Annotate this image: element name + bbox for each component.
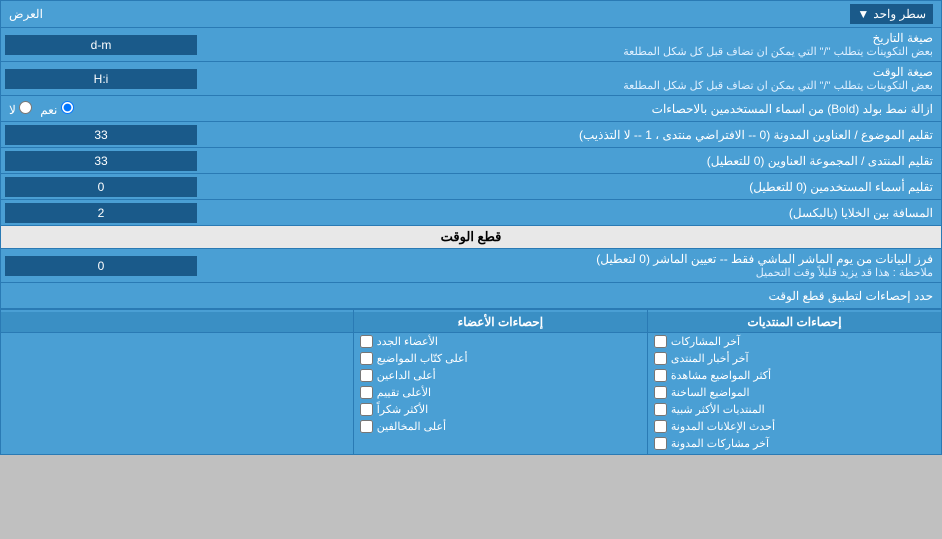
- cb-member-5: الأكثر شكراً: [354, 401, 647, 418]
- cb-forum-1: آخر المشاركات: [648, 333, 941, 350]
- time-format-title: صيغة الوقت: [209, 65, 933, 79]
- time-format-input[interactable]: [5, 69, 197, 89]
- topic-address-input[interactable]: [5, 125, 197, 145]
- main-container: سطر واحد ▼ العرض صيغة التاريخ بعض التكوي…: [0, 0, 942, 455]
- cb-forum-1-label: آخر المشاركات: [671, 335, 740, 348]
- date-format-row: صيغة التاريخ بعض التكوينات يتطلب "/" الت…: [1, 28, 941, 62]
- cb-forum-3: أكثر المواضيع مشاهدة: [648, 367, 941, 384]
- cb-forum-2-label: آخر أخبار المنتدى: [671, 352, 749, 365]
- col2-header: إحصاءات الأعضاء: [354, 312, 647, 333]
- col3-header: [1, 312, 353, 333]
- cell-spacing-input-cell: [1, 201, 201, 225]
- cb-member-3-label: أعلى الداعين: [377, 369, 436, 382]
- checkboxes-grid: إحصاءات المنتديات آخر المشاركات آخر أخبا…: [1, 309, 941, 454]
- cb-forum-3-label: أكثر المواضيع مشاهدة: [671, 369, 771, 382]
- users-address-label: تقليم أسماء المستخدمين (0 للتعطيل): [201, 177, 941, 197]
- checkbox-col-empty: [1, 310, 353, 454]
- users-address-row: تقليم أسماء المستخدمين (0 للتعطيل): [1, 174, 941, 200]
- topic-address-label: تقليم الموضوع / العناوين المدونة (0 -- ا…: [201, 125, 941, 145]
- time-format-note: بعض التكوينات يتطلب "/" التي يمكن ان تضا…: [209, 79, 933, 92]
- cb-forum-7-label: آخر مشاركات المدونة: [671, 437, 769, 450]
- cb-member-1-input[interactable]: [360, 335, 373, 348]
- date-format-title: صيغة التاريخ: [209, 31, 933, 45]
- display-label: العرض: [9, 7, 43, 21]
- forum-address-input-cell: [1, 149, 201, 173]
- checkbox-col-forums: إحصاءات المنتديات آخر المشاركات آخر أخبا…: [647, 310, 941, 454]
- cb-forum-5: المنتديات الأكثر شبية: [648, 401, 941, 418]
- cb-forum-6-input[interactable]: [654, 420, 667, 433]
- cell-spacing-row: المسافة بين الخلايا (بالبكسل): [1, 200, 941, 226]
- stats-label-row: حدد إحصاءات لتطبيق قطع الوقت: [1, 283, 941, 309]
- cutoff-row: فرز البيانات من يوم الماشر الماشي فقط --…: [1, 249, 941, 283]
- dropdown-label: سطر واحد: [873, 7, 926, 21]
- cell-spacing-label: المسافة بين الخلايا (بالبكسل): [201, 203, 941, 223]
- display-dropdown[interactable]: سطر واحد ▼: [850, 4, 933, 24]
- cell-spacing-input[interactable]: [5, 203, 197, 223]
- cb-member-6-label: أعلى المخالفين: [377, 420, 446, 433]
- forum-address-label: تقليم المنتدى / المجموعة العناوين (0 للت…: [201, 151, 941, 171]
- cutoff-note: ملاحظة : هذا قد يزيد قليلاً وقت التحميل: [209, 266, 933, 279]
- cutoff-title: فرز البيانات من يوم الماشر الماشي فقط --…: [209, 252, 933, 266]
- cb-forum-3-input[interactable]: [654, 369, 667, 382]
- cutoff-label: فرز البيانات من يوم الماشر الماشي فقط --…: [201, 249, 941, 282]
- cb-member-5-input[interactable]: [360, 403, 373, 416]
- radio-yes-label: نعم: [40, 101, 73, 117]
- col1-header: إحصاءات المنتديات: [648, 312, 941, 333]
- radio-yes[interactable]: [61, 101, 74, 114]
- cutoff-input[interactable]: [5, 256, 197, 276]
- date-format-input-cell: [1, 33, 201, 57]
- checkbox-col-members: إحصاءات الأعضاء الأعضاء الجدد أعلى كتّاب…: [353, 310, 647, 454]
- bold-remove-title: ازالة نمط بولد (Bold) من اسماء المستخدمي…: [652, 102, 933, 116]
- time-format-label: صيغة الوقت بعض التكوينات يتطلب "/" التي …: [201, 62, 941, 95]
- cb-forum-4-input[interactable]: [654, 386, 667, 399]
- forum-address-row: تقليم المنتدى / المجموعة العناوين (0 للت…: [1, 148, 941, 174]
- cb-forum-4-label: المواضيع الساخنة: [671, 386, 750, 399]
- cb-forum-1-input[interactable]: [654, 335, 667, 348]
- date-format-input[interactable]: [5, 35, 197, 55]
- cutoff-input-cell: [1, 254, 201, 278]
- cb-member-5-label: الأكثر شكراً: [377, 403, 428, 416]
- users-address-input-cell: [1, 175, 201, 199]
- cb-member-3-input[interactable]: [360, 369, 373, 382]
- topic-address-row: تقليم الموضوع / العناوين المدونة (0 -- ا…: [1, 122, 941, 148]
- cb-forum-2: آخر أخبار المنتدى: [648, 350, 941, 367]
- cb-member-6: أعلى المخالفين: [354, 418, 647, 435]
- bold-radio-cell: نعم لا: [1, 99, 82, 119]
- stats-apply-label: حدد إحصاءات لتطبيق قطع الوقت: [201, 286, 941, 306]
- cb-member-3: أعلى الداعين: [354, 367, 647, 384]
- bold-remove-row: ازالة نمط بولد (Bold) من اسماء المستخدمي…: [1, 96, 941, 122]
- cb-forum-5-label: المنتديات الأكثر شبية: [671, 403, 765, 416]
- cb-member-2-input[interactable]: [360, 352, 373, 365]
- cb-forum-4: المواضيع الساخنة: [648, 384, 941, 401]
- time-format-input-cell: [1, 67, 201, 91]
- cb-forum-6: أحدث الإعلانات المدونة: [648, 418, 941, 435]
- cb-forum-6-label: أحدث الإعلانات المدونة: [671, 420, 775, 433]
- time-format-row: صيغة الوقت بعض التكوينات يتطلب "/" التي …: [1, 62, 941, 96]
- bold-remove-label: ازالة نمط بولد (Bold) من اسماء المستخدمي…: [82, 99, 941, 119]
- cb-member-2: أعلى كتّاب المواضيع: [354, 350, 647, 367]
- cb-member-1-label: الأعضاء الجدد: [377, 335, 438, 348]
- forum-address-input[interactable]: [5, 151, 197, 171]
- date-format-label: صيغة التاريخ بعض التكوينات يتطلب "/" الت…: [201, 28, 941, 61]
- topic-address-input-cell: [1, 123, 201, 147]
- users-address-input[interactable]: [5, 177, 197, 197]
- cb-member-4-label: الأعلى تقييم: [377, 386, 431, 399]
- radio-no[interactable]: [19, 101, 32, 114]
- cb-forum-5-input[interactable]: [654, 403, 667, 416]
- cb-forum-2-input[interactable]: [654, 352, 667, 365]
- date-format-note: بعض التكوينات يتطلب "/" التي يمكن ان تضا…: [209, 45, 933, 58]
- cb-member-1: الأعضاء الجدد: [354, 333, 647, 350]
- cb-forum-7-input[interactable]: [654, 437, 667, 450]
- radio-no-label: لا: [9, 101, 32, 117]
- cb-member-6-input[interactable]: [360, 420, 373, 433]
- cutoff-section-header: قطع الوقت: [1, 226, 941, 249]
- cb-member-4: الأعلى تقييم: [354, 384, 647, 401]
- cb-member-4-input[interactable]: [360, 386, 373, 399]
- cb-member-2-label: أعلى كتّاب المواضيع: [377, 352, 468, 365]
- cb-forum-7: آخر مشاركات المدونة: [648, 435, 941, 452]
- top-row: سطر واحد ▼ العرض: [1, 1, 941, 28]
- dropdown-arrow-icon: ▼: [857, 7, 869, 21]
